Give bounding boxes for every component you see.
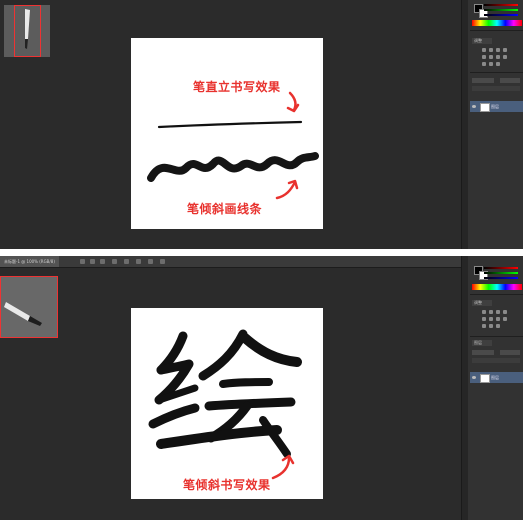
adjust-posterize-icon[interactable] bbox=[496, 324, 500, 328]
adjust-levels-icon[interactable] bbox=[489, 310, 493, 314]
options-bar: 未标题-1 @ 100% (RGB/8) bbox=[0, 256, 523, 268]
color-slider-r[interactable] bbox=[484, 4, 518, 6]
color-spectrum[interactable] bbox=[472, 284, 522, 290]
adjust-curves-icon[interactable] bbox=[496, 310, 500, 314]
adjust-vibrance-icon[interactable] bbox=[482, 55, 486, 59]
arrow-icon bbox=[288, 91, 297, 112]
tool-option-icon[interactable] bbox=[80, 259, 85, 264]
layers-opacity-field[interactable] bbox=[500, 78, 520, 83]
right-panel-dock: 调整 图层 图层 bbox=[461, 256, 523, 520]
tool-option-icon[interactable] bbox=[90, 259, 95, 264]
color-slider-b[interactable] bbox=[484, 14, 518, 16]
color-slider-g[interactable] bbox=[484, 9, 518, 11]
calligraphy-drawing bbox=[148, 329, 302, 480]
stroke-drawing bbox=[147, 91, 319, 200]
adjust-hue-icon[interactable] bbox=[489, 317, 493, 321]
document-canvas[interactable]: 笔直立书写效果 笔倾斜画线条 bbox=[131, 38, 323, 229]
document-tab[interactable]: 未标题-1 @ 100% (RGB/8) bbox=[0, 256, 59, 267]
arrow-icon bbox=[275, 180, 297, 200]
adjust-levels-icon[interactable] bbox=[489, 48, 493, 52]
adjust-brightness-icon[interactable] bbox=[482, 48, 486, 52]
arrow-icon bbox=[271, 456, 291, 480]
adjust-bw-icon[interactable] bbox=[503, 317, 507, 321]
adjust-balance-icon[interactable] bbox=[496, 55, 500, 59]
annotation-tilted-writing: 笔倾斜书写效果 bbox=[183, 478, 271, 492]
layers-fill-field[interactable] bbox=[472, 358, 520, 363]
adjust-hue-icon[interactable] bbox=[489, 55, 493, 59]
adjust-photo-filter-icon[interactable] bbox=[482, 62, 486, 66]
eye-icon[interactable] bbox=[472, 376, 476, 379]
adjust-brightness-icon[interactable] bbox=[482, 310, 486, 314]
adjustments-panel-header[interactable]: 调整 bbox=[472, 38, 492, 44]
tool-option-icon[interactable] bbox=[124, 259, 129, 264]
brush-tip-preview[interactable] bbox=[4, 5, 50, 57]
adjust-invert-icon[interactable] bbox=[489, 324, 493, 328]
layers-panel-header[interactable]: 图层 bbox=[472, 340, 492, 346]
layer-name: 图层 bbox=[491, 104, 499, 109]
document-canvas[interactable]: 笔倾斜书写效果 bbox=[131, 308, 323, 499]
color-slider-r[interactable] bbox=[484, 267, 518, 269]
tool-option-icon[interactable] bbox=[112, 259, 117, 264]
color-slider-g[interactable] bbox=[484, 272, 518, 274]
annotation-upright: 笔直立书写效果 bbox=[193, 80, 281, 94]
layers-blend-select[interactable] bbox=[472, 78, 494, 83]
screenshot-divider bbox=[0, 249, 523, 256]
layers-fill-field[interactable] bbox=[472, 86, 520, 91]
adjust-bw-icon[interactable] bbox=[503, 55, 507, 59]
adjust-vibrance-icon[interactable] bbox=[482, 317, 486, 321]
layer-row-selected[interactable]: 图层 bbox=[470, 101, 523, 112]
brush-tip-preview[interactable] bbox=[0, 276, 58, 338]
layer-row-selected[interactable]: 图层 bbox=[470, 372, 523, 383]
adjust-exposure-icon[interactable] bbox=[503, 48, 507, 52]
color-slider-b[interactable] bbox=[484, 277, 518, 279]
brush-icon bbox=[4, 302, 42, 326]
adjust-exposure-icon[interactable] bbox=[503, 310, 507, 314]
tool-option-icon[interactable] bbox=[160, 259, 165, 264]
adjust-invert-icon[interactable] bbox=[489, 62, 493, 66]
adjust-curves-icon[interactable] bbox=[496, 48, 500, 52]
annotation-tilted-line: 笔倾斜画线条 bbox=[187, 202, 263, 216]
tool-option-icon[interactable] bbox=[100, 259, 105, 264]
panel-collapse-bar[interactable] bbox=[462, 256, 468, 520]
adjust-balance-icon[interactable] bbox=[496, 317, 500, 321]
adjust-posterize-icon[interactable] bbox=[496, 62, 500, 66]
tool-option-icon[interactable] bbox=[148, 259, 153, 264]
layer-thumbnail bbox=[480, 103, 490, 112]
right-panel-dock: 调整 图层 bbox=[461, 0, 523, 249]
panel-collapse-bar[interactable] bbox=[462, 0, 468, 249]
adjust-photo-filter-icon[interactable] bbox=[482, 324, 486, 328]
color-spectrum[interactable] bbox=[472, 20, 522, 26]
brush-icon bbox=[25, 9, 30, 49]
eye-icon[interactable] bbox=[472, 105, 476, 108]
layers-blend-select[interactable] bbox=[472, 350, 494, 355]
layer-thumbnail bbox=[480, 374, 490, 383]
adjustments-panel-header[interactable]: 调整 bbox=[472, 300, 492, 306]
layers-opacity-field[interactable] bbox=[500, 350, 520, 355]
tool-option-icon[interactable] bbox=[136, 259, 141, 264]
layer-name: 图层 bbox=[491, 375, 499, 380]
photoshop-window-upright: 笔直立书写效果 笔倾斜画线条 调整 图层 bbox=[0, 0, 523, 249]
